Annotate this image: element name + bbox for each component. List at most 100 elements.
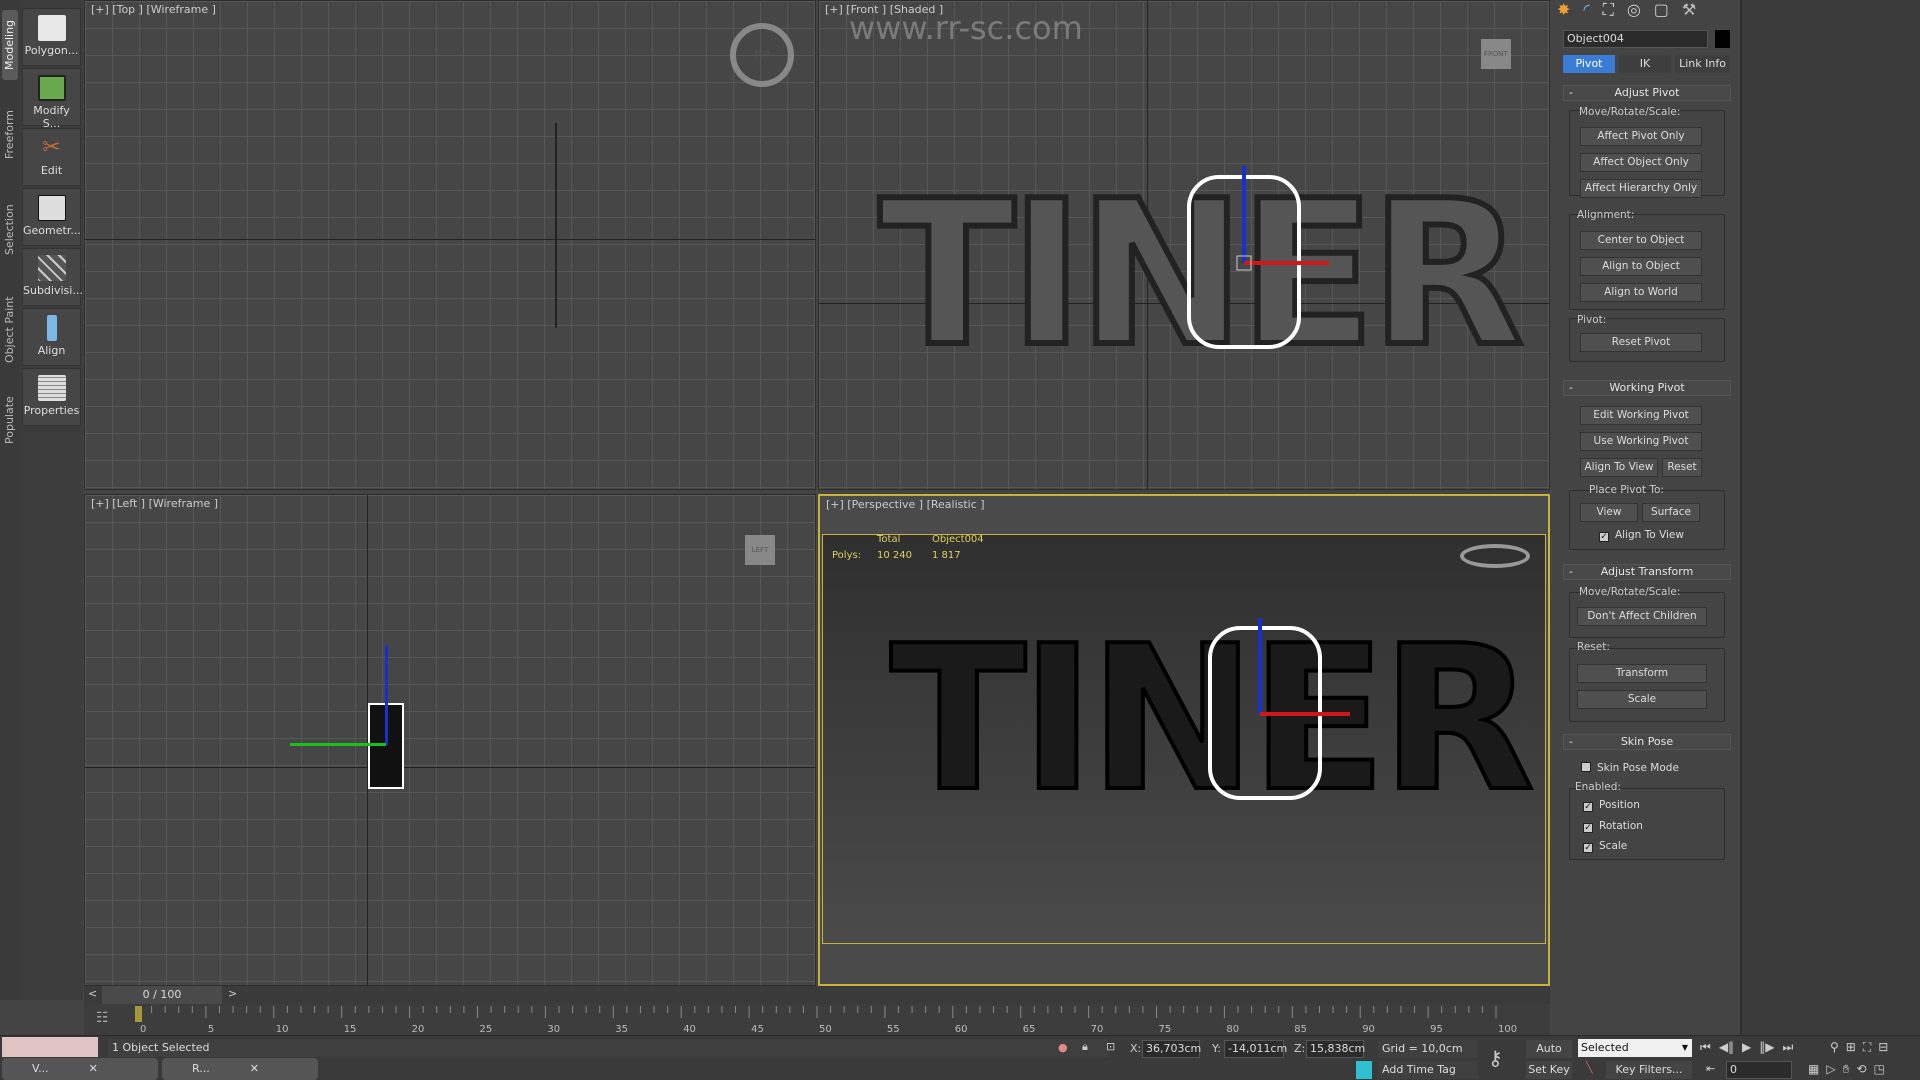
viewport-front[interactable]: TINER www.rr-sc.com [+] [Front ] [Shaded… bbox=[818, 0, 1550, 490]
polygon-modeling-button[interactable]: Polygon... bbox=[22, 8, 81, 66]
place-pivot-view-button[interactable]: View bbox=[1580, 503, 1638, 522]
zoom-extents-icon[interactable]: ⛶ bbox=[1863, 1040, 1871, 1055]
modify-selection-button[interactable]: Modify S... bbox=[22, 68, 81, 130]
time-tag-icon[interactable] bbox=[1356, 1061, 1372, 1079]
tab-link-info[interactable]: Link Info bbox=[1675, 55, 1730, 73]
key-icon[interactable]: ⚷ bbox=[1488, 1046, 1503, 1070]
object-color-swatch[interactable] bbox=[1715, 30, 1730, 48]
viewcube-icon[interactable]: LEFT bbox=[745, 535, 775, 565]
viewport-label[interactable]: [+] [Left ] [Wireframe ] bbox=[91, 497, 218, 510]
viewport-top[interactable]: [+] [Top ] [Wireframe ] TOP bbox=[84, 0, 816, 490]
rollout-adjust-transform[interactable]: - Adjust Transform bbox=[1563, 564, 1731, 580]
zoom-extents-all-icon[interactable]: ⊟ bbox=[1878, 1040, 1888, 1055]
dont-affect-children-button[interactable]: Don't Affect Children bbox=[1577, 607, 1707, 626]
time-slider-thumb[interactable]: 0 / 100 bbox=[102, 986, 222, 1004]
tab-freeform[interactable]: Freeform bbox=[2, 105, 18, 165]
reset-scale-button[interactable]: Scale bbox=[1577, 690, 1707, 709]
reset-pivot-button[interactable]: Reset Pivot bbox=[1580, 333, 1702, 352]
align-button[interactable]: Align bbox=[22, 308, 81, 366]
zoom-all-icon[interactable]: ⊞ bbox=[1846, 1040, 1856, 1055]
go-to-end-icon[interactable]: ⏭ bbox=[1783, 1040, 1794, 1055]
play-icon[interactable]: ▶ bbox=[1742, 1040, 1751, 1055]
rollout-working-pivot[interactable]: - Working Pivot bbox=[1563, 380, 1731, 396]
close-icon[interactable]: ✕ bbox=[250, 1062, 259, 1075]
center-to-object-button[interactable]: Center to Object bbox=[1580, 231, 1702, 250]
motion-tab-icon[interactable]: ◎ bbox=[1617, 0, 1641, 22]
track-bar[interactable]: ☷ 0 5 10 15 20 25 30 35 40 45 50 55 60 65 70 75 80 85 90 95… bbox=[84, 1004, 1550, 1035]
next-frame-button[interactable]: > bbox=[228, 987, 237, 1000]
z-coordinate-input[interactable]: 15,838cm bbox=[1306, 1040, 1365, 1058]
key-mode-select[interactable]: Selected ▼ bbox=[1578, 1039, 1692, 1057]
create-tab-icon[interactable]: ✸ bbox=[1557, 0, 1570, 22]
position-checkbox[interactable]: ✓ Position bbox=[1583, 799, 1640, 812]
use-working-pivot-button[interactable]: Use Working Pivot bbox=[1580, 432, 1702, 451]
align-to-view-checkbox[interactable]: ✓ Align To View bbox=[1599, 529, 1684, 542]
close-icon[interactable]: ✕ bbox=[89, 1062, 98, 1075]
affect-pivot-only-button[interactable]: Affect Pivot Only bbox=[1580, 127, 1702, 146]
maximize-viewport-icon[interactable]: ◳ bbox=[1873, 1062, 1884, 1077]
scale-checkbox[interactable]: ✓ Scale bbox=[1583, 840, 1627, 853]
display-tab-icon[interactable]: ▢ bbox=[1644, 0, 1669, 22]
reset-working-pivot-button[interactable]: Reset bbox=[1662, 458, 1702, 477]
viewcube-icon[interactable]: TOP bbox=[730, 23, 794, 87]
lock-icon[interactable]: 🔒︎ bbox=[1082, 1040, 1088, 1054]
tab-object-paint[interactable]: Object Paint bbox=[2, 290, 18, 370]
taskbar-item[interactable]: R... ✕ bbox=[162, 1058, 318, 1080]
align-to-world-button[interactable]: Align to World bbox=[1580, 283, 1702, 302]
key-mode-toggle-icon[interactable]: ⇤ bbox=[1706, 1062, 1715, 1075]
prev-frame-button[interactable]: < bbox=[88, 987, 97, 1000]
skin-pose-mode-checkbox[interactable]: Skin Pose Mode bbox=[1581, 762, 1679, 774]
auto-key-button[interactable]: Auto Key bbox=[1526, 1040, 1572, 1073]
tab-populate[interactable]: Populate bbox=[2, 390, 18, 450]
zoom-icon[interactable]: ⚲ bbox=[1830, 1040, 1839, 1055]
align-to-view-button[interactable]: Align To View bbox=[1580, 458, 1658, 477]
maxscript-listener[interactable] bbox=[2, 1037, 98, 1057]
viewport-perspective[interactable]: TINER [+] [Perspective ] [Realistic ] To… bbox=[818, 494, 1550, 986]
tab-modeling[interactable]: Modeling bbox=[2, 10, 18, 80]
isolate-icon[interactable]: ● bbox=[1058, 1041, 1068, 1054]
affect-hierarchy-only-button[interactable]: Affect Hierarchy Only bbox=[1580, 179, 1702, 198]
object-name-input[interactable]: Object004 bbox=[1563, 30, 1708, 48]
hierarchy-tab-icon[interactable]: ⛶ bbox=[1593, 0, 1614, 22]
edit-working-pivot-button[interactable]: Edit Working Pivot bbox=[1580, 406, 1702, 425]
rollout-skin-pose[interactable]: - Skin Pose bbox=[1563, 734, 1731, 750]
viewcube-label: LEFT bbox=[751, 546, 769, 554]
add-time-tag-button[interactable]: Add Time Tag bbox=[1378, 1061, 1478, 1079]
tab-ik[interactable]: IK bbox=[1619, 55, 1671, 73]
tab-selection[interactable]: Selection bbox=[2, 200, 18, 260]
rollout-adjust-pivot[interactable]: - Adjust Pivot bbox=[1563, 85, 1731, 101]
viewcube-icon[interactable]: FRONT bbox=[1481, 39, 1511, 69]
x-coordinate-input[interactable]: 36,703cm bbox=[1142, 1040, 1201, 1058]
viewcube-icon[interactable] bbox=[1460, 544, 1530, 568]
geometry-button[interactable]: Geometr... bbox=[22, 188, 81, 246]
viewport-label[interactable]: [+] [Top ] [Wireframe ] bbox=[91, 3, 216, 16]
key-filters-button[interactable]: Key Filters... bbox=[1606, 1061, 1692, 1079]
absolute-mode-icon[interactable]: ⊡ bbox=[1106, 1040, 1115, 1053]
y-coordinate-input[interactable]: -14,011cm bbox=[1224, 1040, 1287, 1058]
orbit-icon[interactable]: ⟲ bbox=[1856, 1062, 1866, 1077]
utilities-tab-icon[interactable]: ⚒ bbox=[1672, 0, 1696, 22]
rotation-checkbox[interactable]: ✓ Rotation bbox=[1583, 820, 1643, 833]
tab-pivot[interactable]: Pivot bbox=[1563, 55, 1615, 73]
time-slider[interactable]: < 0 / 100 > bbox=[84, 986, 1550, 1004]
place-pivot-surface-button[interactable]: Surface bbox=[1642, 503, 1700, 522]
field-of-view-icon[interactable]: ▷ bbox=[1826, 1062, 1835, 1077]
properties-button[interactable]: Properties bbox=[22, 368, 81, 426]
viewport-left[interactable]: [+] [Left ] [Wireframe ] LEFT bbox=[84, 494, 816, 986]
modify-tab-icon[interactable]: ◜ bbox=[1573, 0, 1589, 22]
go-to-start-icon[interactable]: ⏮ bbox=[1700, 1040, 1711, 1055]
previous-frame-icon[interactable]: ◀‖ bbox=[1719, 1040, 1734, 1055]
time-config-icon[interactable]: ▦ bbox=[1808, 1062, 1819, 1077]
pan-icon[interactable]: ✋︎ bbox=[1843, 1062, 1850, 1077]
set-key-button[interactable]: Set Key bbox=[1526, 1061, 1572, 1079]
reset-transform-button[interactable]: Transform bbox=[1577, 664, 1707, 683]
affect-object-only-button[interactable]: Affect Object Only bbox=[1580, 153, 1702, 172]
current-frame-input[interactable]: 0 bbox=[1726, 1061, 1792, 1079]
edit-button[interactable]: ✂ Edit bbox=[22, 128, 81, 186]
subdivision-button[interactable]: Subdivisi... bbox=[22, 248, 83, 306]
viewport-label[interactable]: [+] [Front ] [Shaded ] bbox=[825, 3, 943, 16]
viewport-label[interactable]: [+] [Perspective ] [Realistic ] bbox=[826, 498, 985, 511]
align-to-object-button[interactable]: Align to Object bbox=[1580, 257, 1702, 276]
next-frame-icon[interactable]: ‖▶ bbox=[1759, 1040, 1774, 1055]
taskbar-item[interactable]: V... ✕ bbox=[2, 1058, 158, 1080]
